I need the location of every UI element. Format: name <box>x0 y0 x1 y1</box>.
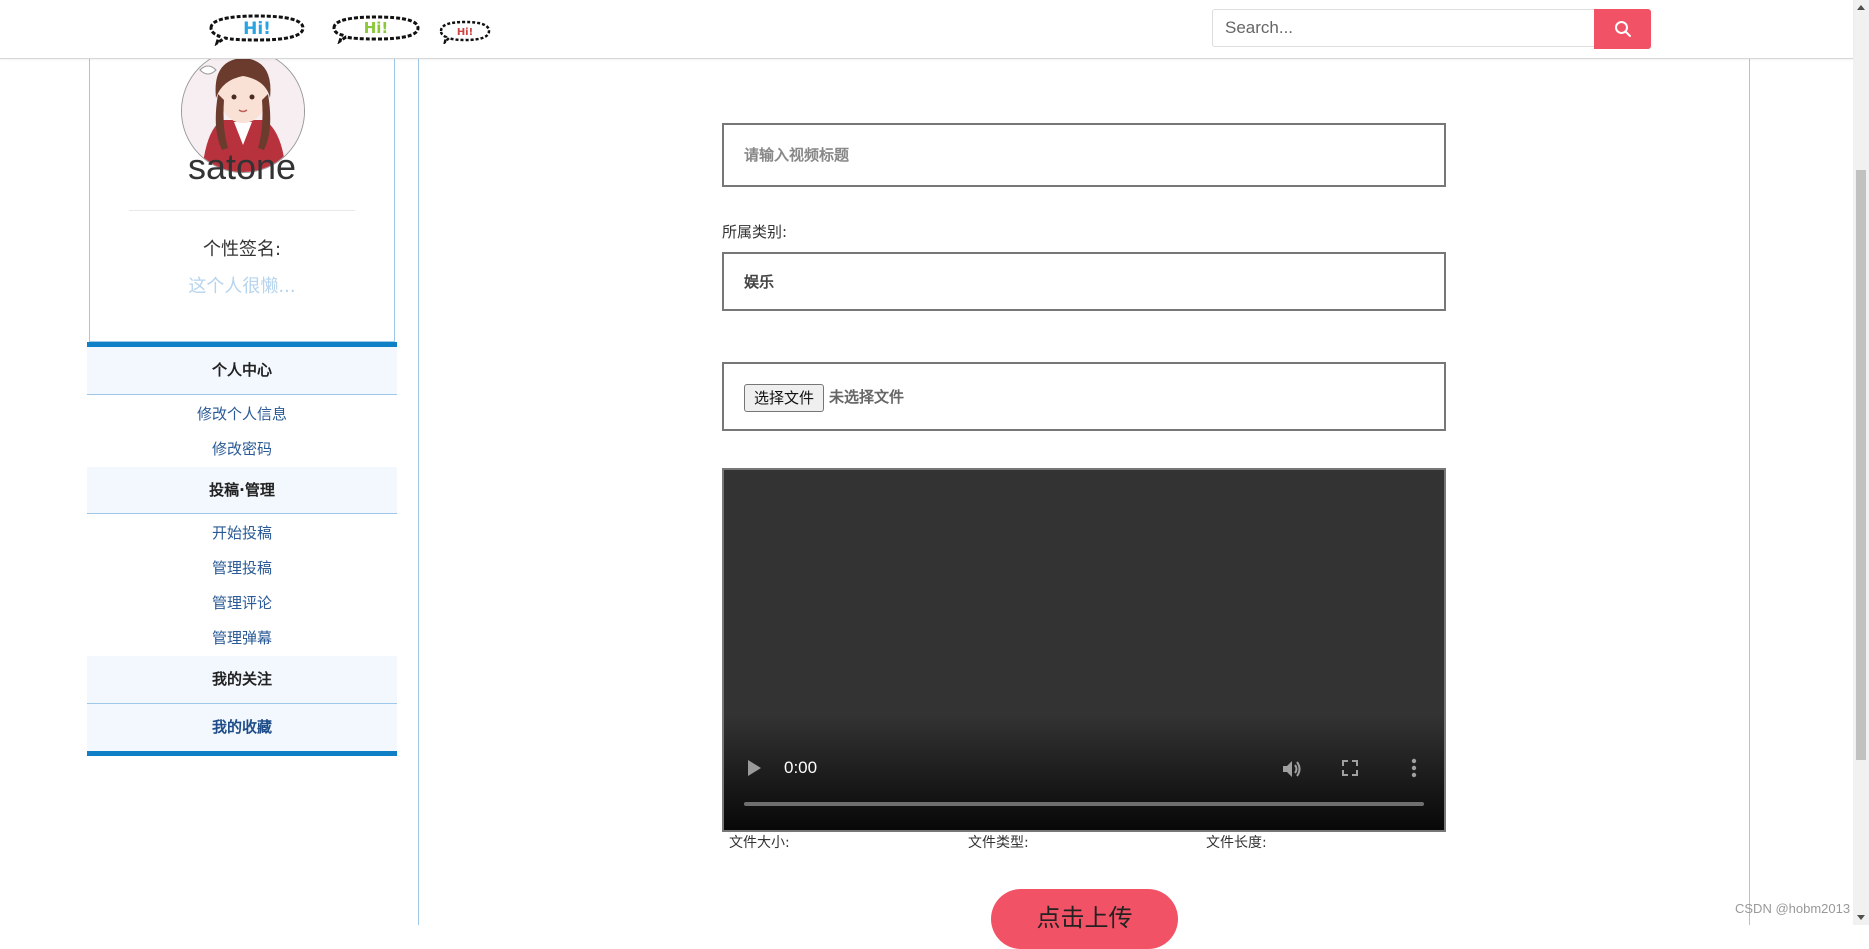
upload-button[interactable]: 点击上传 <box>991 889 1178 949</box>
file-size-label: 文件大小: <box>729 835 790 851</box>
play-icon[interactable] <box>748 760 761 776</box>
menu-item-manage-comments[interactable]: 管理评论 <box>87 586 397 621</box>
scroll-up-arrow-icon[interactable] <box>1857 5 1865 10</box>
scroll-down-arrow-icon[interactable] <box>1857 915 1865 920</box>
file-type-label: 文件类型: <box>968 835 1029 851</box>
choose-file-button[interactable]: 选择文件 <box>744 384 825 412</box>
video-title-input[interactable] <box>724 125 1444 185</box>
search-input[interactable] <box>1212 9 1596 47</box>
svg-text:Hi!: Hi! <box>243 19 271 39</box>
sidebar-menu: 个人中心 修改个人信息 修改密码 投稿·管理 开始投稿 管理投稿 管理评论 管理… <box>87 342 397 756</box>
top-navbar: Hi! Hi! Hi! <box>0 0 1853 59</box>
search-form <box>1212 9 1652 49</box>
menu-header-my-follows[interactable]: 我的关注 <box>87 656 397 704</box>
video-controls-gradient <box>724 715 1444 830</box>
search-icon <box>1614 21 1631 37</box>
hi-logo-2[interactable]: Hi! <box>328 12 424 44</box>
category-input[interactable] <box>724 254 1444 309</box>
category-label: 所属类别: <box>722 223 788 241</box>
menu-header-submission-manage[interactable]: 投稿·管理 <box>87 467 397 514</box>
content-left-border <box>418 58 419 925</box>
signature-value: 这个人很懒... <box>188 276 296 297</box>
page-scrollbar[interactable] <box>1853 0 1869 925</box>
signature-label: 个性签名: <box>202 239 282 260</box>
search-button[interactable] <box>1594 9 1651 49</box>
watermark: CSDN @hobm2013 <box>1735 901 1851 916</box>
scroll-thumb[interactable] <box>1856 170 1866 760</box>
menu-item-manage-submissions[interactable]: 管理投稿 <box>87 551 397 586</box>
content-right-border <box>1749 58 1750 925</box>
hi-logo-1[interactable]: Hi! <box>203 10 311 46</box>
menu-item-start-submit[interactable]: 开始投稿 <box>87 516 397 551</box>
fullscreen-icon[interactable] <box>1340 758 1360 778</box>
hi-logo-3[interactable]: Hi! <box>437 18 493 44</box>
menu-item-edit-info[interactable]: 修改个人信息 <box>87 397 397 432</box>
menu-item-change-password[interactable]: 修改密码 <box>87 432 397 467</box>
file-upload-field: 选择文件 未选择文件 <box>722 362 1446 431</box>
username: satone <box>187 146 297 187</box>
menu-header-my-favorites[interactable]: 我的收藏 <box>87 704 397 751</box>
video-progress-bar[interactable] <box>744 802 1424 806</box>
menu-item-manage-danmaku[interactable]: 管理弹幕 <box>87 621 397 656</box>
video-title-field <box>722 123 1446 187</box>
volume-icon[interactable] <box>1280 758 1302 780</box>
file-length-label: 文件长度: <box>1206 835 1267 851</box>
category-field <box>722 252 1446 311</box>
video-time: 0:00 <box>784 758 818 777</box>
profile-card: satone 个性签名: 这个人很懒... <box>89 40 395 342</box>
file-status-text: 未选择文件 <box>829 388 905 406</box>
more-options-icon[interactable] <box>1410 757 1418 779</box>
profile-divider <box>129 210 355 211</box>
svg-text:Hi!: Hi! <box>457 27 473 38</box>
menu-header-personal-center[interactable]: 个人中心 <box>87 347 397 395</box>
video-player[interactable]: 0:00 <box>722 468 1446 832</box>
svg-text:Hi!: Hi! <box>364 19 389 37</box>
